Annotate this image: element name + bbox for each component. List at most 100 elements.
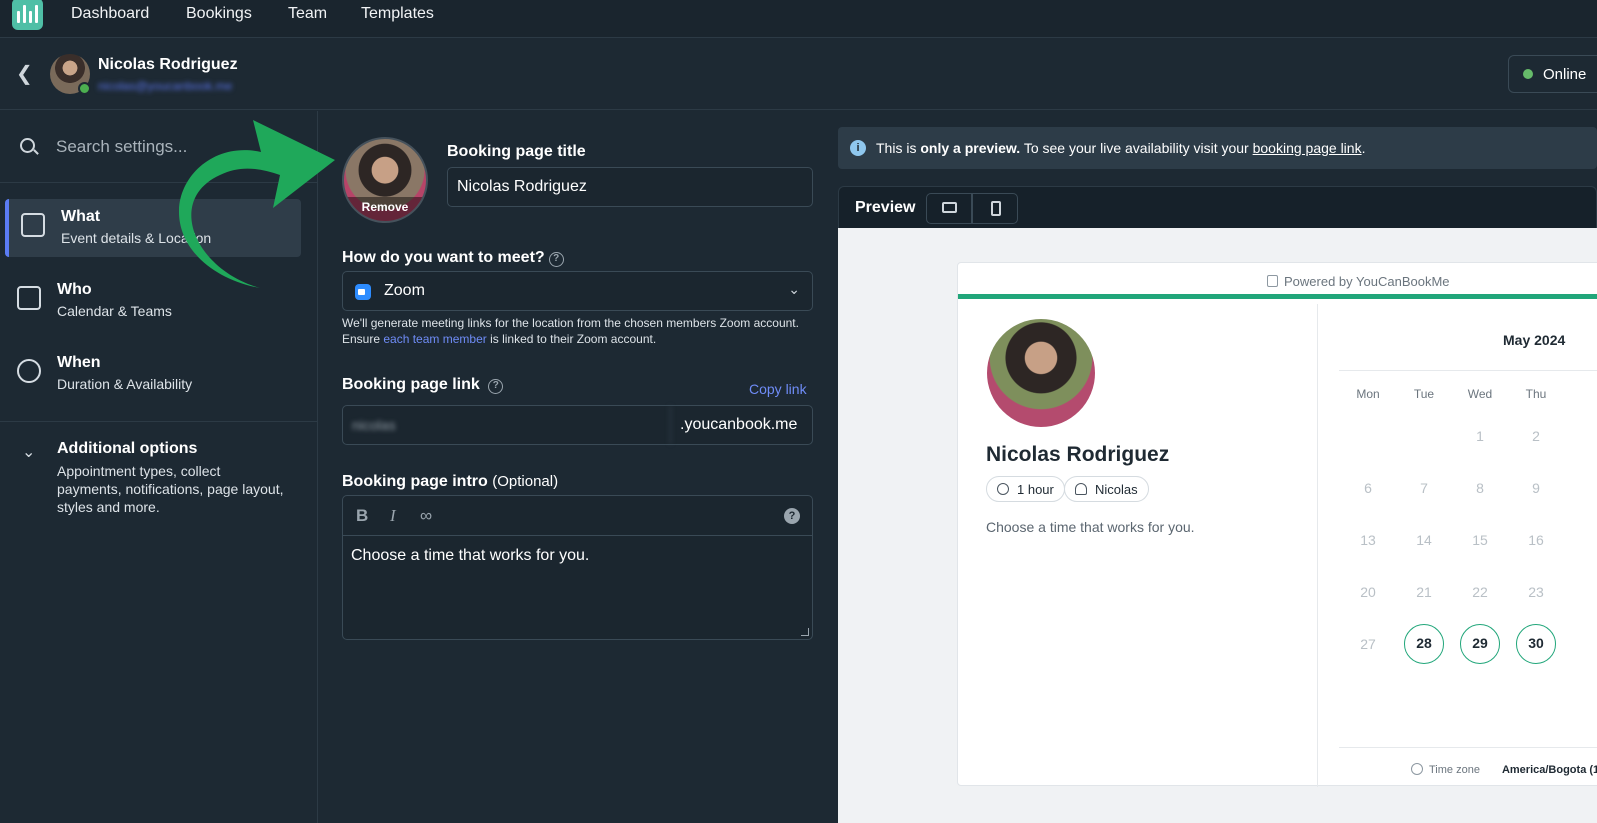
app-logo-icon[interactable]: [12, 0, 43, 30]
calendar-day: 6: [1364, 480, 1372, 496]
search-icon: [20, 138, 35, 153]
meet-value: Zoom: [384, 282, 425, 299]
duration-chip: 1 hour: [986, 476, 1065, 502]
weekday-header: Mon: [1356, 387, 1380, 401]
powered-text: Powered by YouCanBookMe: [1284, 274, 1450, 289]
weekday-header: Tue: [1413, 387, 1435, 401]
additional-options-title: Additional options: [57, 440, 198, 457]
bold-icon[interactable]: B: [356, 506, 368, 526]
link-input[interactable]: nicolas: [343, 406, 671, 444]
intro-editor[interactable]: B I ∞ ? Choose a time that works for you…: [342, 495, 813, 640]
additional-options[interactable]: ⌄ Additional options Appointment types, …: [0, 436, 318, 526]
calendar: May 2024 Time zone America/Bogota (1 Mon T…: [1339, 304, 1597, 787]
help-icon[interactable]: ?: [548, 252, 564, 267]
preview-name: Nicolas Rodriguez: [986, 443, 1170, 466]
calendar-day: 22: [1472, 584, 1488, 600]
weekday-header: Thu: [1525, 387, 1547, 401]
resize-handle[interactable]: [801, 628, 809, 636]
host-chip: Nicolas: [1064, 476, 1149, 502]
editor-toolbar: B I ∞ ?: [343, 496, 812, 536]
status-toggle[interactable]: Online: [1508, 55, 1597, 93]
user-email: nicolas@youcanbook.me: [98, 79, 233, 93]
chevron-down-icon: ⌄: [788, 281, 800, 297]
intro-text[interactable]: Choose a time that works for you.: [343, 536, 812, 576]
calendar-day: 8: [1476, 480, 1484, 496]
timezone-label: Time zone: [1429, 764, 1480, 776]
calendar-day-available[interactable]: 29: [1460, 624, 1500, 664]
notice-text: This is only a preview. To see your live…: [876, 140, 1365, 156]
avatar: [50, 54, 91, 95]
sidebar-item-title: What: [61, 208, 101, 225]
calendar-day: 14: [1416, 532, 1432, 548]
chevron-down-icon: ⌄: [22, 444, 36, 461]
nav-team[interactable]: Team: [288, 5, 327, 23]
calendar-day: 13: [1360, 532, 1376, 548]
host-text: Nicolas: [1095, 482, 1138, 497]
what-icon: [21, 213, 45, 237]
copy-link-button[interactable]: Copy link: [749, 381, 807, 397]
preview-notice: i This is only a preview. To see your li…: [838, 127, 1597, 169]
calendar-day-available[interactable]: 28: [1404, 624, 1444, 664]
intro-label-text: Booking page intro: [342, 473, 488, 490]
italic-icon[interactable]: I: [390, 506, 396, 526]
mobile-view-button[interactable]: [972, 193, 1018, 224]
remove-photo-button[interactable]: Remove: [344, 197, 426, 221]
calendar-day-available[interactable]: 30: [1516, 624, 1556, 664]
notice-pre: This is: [876, 140, 921, 156]
title-field[interactable]: [447, 167, 813, 207]
calendar-day: 15: [1472, 532, 1488, 548]
status-label: Online: [1543, 65, 1587, 83]
calendar-day: 21: [1416, 584, 1432, 600]
team-member-link[interactable]: each team member: [383, 332, 486, 346]
optional-tag: (Optional): [492, 473, 559, 490]
divider: [1339, 747, 1597, 748]
nav-bookings[interactable]: Bookings: [186, 5, 252, 23]
timezone[interactable]: Time zone America/Bogota (1: [1411, 763, 1597, 776]
link-label-text: Booking page link: [342, 376, 480, 393]
calendar-day: 23: [1528, 584, 1544, 600]
booking-card: Powered by YouCanBookMe Nicolas Rodrigue…: [957, 262, 1597, 787]
weekday-header: Wed: [1467, 387, 1493, 401]
meet-label: How do you want to meet??: [342, 249, 564, 267]
meet-select[interactable]: Zoom ⌄: [342, 271, 813, 311]
link-icon[interactable]: ∞: [420, 506, 432, 526]
meet-help-text: We'll generate meeting links for the loc…: [342, 315, 812, 347]
calendar-month: May 2024: [1503, 332, 1566, 348]
sidebar-item-when[interactable]: When Duration & Availability: [5, 345, 301, 403]
preview-toolbar: Preview: [838, 186, 1597, 229]
desktop-view-button[interactable]: [926, 193, 972, 224]
who-icon: [17, 286, 41, 310]
nav-templates[interactable]: Templates: [361, 5, 434, 23]
green-arrow-annotation: [178, 120, 335, 288]
help-icon[interactable]: ?: [784, 508, 800, 524]
intro-label: Booking page intro (Optional): [342, 473, 558, 491]
online-dot: [78, 82, 91, 95]
booking-page-link[interactable]: booking page link: [1253, 140, 1362, 156]
help-text-end: is linked to their Zoom account.: [486, 332, 657, 346]
meet-label-text: How do you want to meet?: [342, 249, 545, 266]
duration-text: 1 hour: [1017, 482, 1054, 497]
person-icon: [1075, 483, 1087, 495]
calendar-day: 9: [1532, 480, 1540, 496]
ycbm-logo-icon: [1267, 275, 1278, 287]
back-chevron-icon[interactable]: ❮: [16, 61, 33, 86]
clock-icon: [997, 483, 1009, 495]
title-input[interactable]: [448, 168, 812, 206]
avatar: [987, 319, 1095, 427]
zoom-icon: [355, 284, 371, 300]
preview-intro: Choose a time that works for you.: [986, 519, 1195, 535]
mobile-icon: [991, 201, 1001, 216]
profile-photo[interactable]: Remove: [342, 137, 428, 223]
divider: [1339, 370, 1597, 371]
notice-mid: To see your live availability visit your: [1020, 140, 1253, 156]
calendar-day: 20: [1360, 584, 1376, 600]
user-name: Nicolas Rodriguez: [98, 56, 238, 73]
desktop-icon: [942, 202, 957, 213]
help-icon[interactable]: ?: [488, 379, 504, 394]
preview-label: Preview: [855, 199, 916, 216]
calendar-day: 2: [1532, 428, 1540, 444]
link-field[interactable]: nicolas .youcanbook.me: [342, 405, 813, 445]
top-nav: Dashboard Bookings Team Templates: [0, 0, 1597, 38]
sidebar-item-subtitle: Duration & Availability: [57, 376, 193, 392]
nav-dashboard[interactable]: Dashboard: [71, 5, 149, 23]
